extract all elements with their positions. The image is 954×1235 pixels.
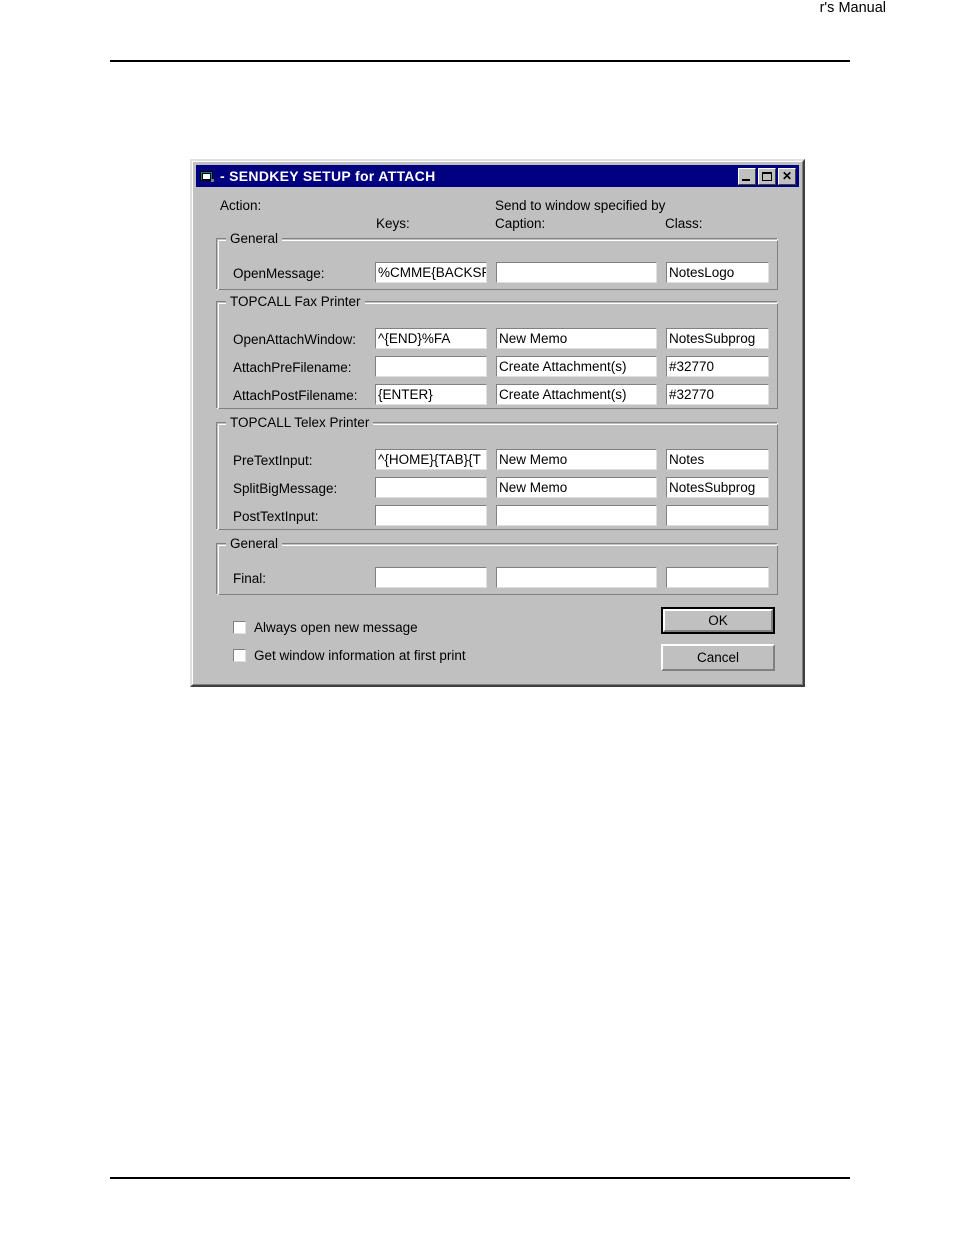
window-stack-icon [199, 169, 216, 184]
field-text: ^{HOME}{TAB}{T [378, 452, 481, 467]
checkbox-get-window-information[interactable]: Get window information at first print [233, 648, 466, 663]
group-title: TOPCALL Telex Printer [226, 415, 374, 430]
page-header [110, 36, 850, 62]
window-controls: ✕ [738, 167, 796, 185]
label-openattachwindow: OpenAttachWindow: [233, 332, 357, 347]
field-text: Create Attachment(s) [499, 359, 627, 374]
field-openattachwindow-caption[interactable]: New Memo [496, 328, 657, 349]
header-class: Class: [665, 216, 703, 231]
field-attachprefilename-keys[interactable] [375, 356, 487, 377]
field-final-caption[interactable] [496, 567, 657, 588]
label-openmessage: OpenMessage: [233, 266, 325, 281]
field-text: {ENTER} [378, 387, 433, 402]
field-pretextinput-keys[interactable]: ^{HOME}{TAB}{T [375, 449, 487, 470]
checkbox-always-open-new-message[interactable]: Always open new message [233, 620, 418, 635]
label-splitbigmessage: SplitBigMessage: [233, 481, 338, 496]
field-openattachwindow-keys[interactable]: ^{END}%FA [375, 328, 487, 349]
field-openattachwindow-class[interactable]: NotesSubprog [666, 328, 769, 349]
close-button[interactable]: ✕ [778, 167, 796, 185]
field-splitbigmessage-class[interactable]: NotesSubprog [666, 477, 769, 498]
field-text: NotesSubprog [669, 480, 756, 495]
field-text: Create Attachment(s) [499, 387, 627, 402]
maximize-icon [762, 171, 772, 181]
checkbox-label: Get window information at first print [254, 648, 466, 663]
field-posttextinput-class[interactable] [666, 505, 769, 526]
field-posttextinput-caption[interactable] [496, 505, 657, 526]
field-text: %CMME{BACKSP [378, 265, 487, 280]
page-footer [110, 1177, 850, 1179]
close-icon: ✕ [781, 168, 793, 183]
maximize-button[interactable] [758, 167, 776, 185]
checkbox-box[interactable] [233, 649, 246, 662]
cancel-button[interactable]: Cancel [661, 644, 775, 671]
label-pretextinput: PreTextInput: [233, 453, 313, 468]
header-send-to: Send to window specified by [495, 198, 666, 213]
field-attachprefilename-class[interactable]: #32770 [666, 356, 769, 377]
field-text: New Memo [499, 331, 568, 346]
field-openmessage-caption[interactable] [496, 262, 657, 283]
checkbox-label: Always open new message [254, 620, 418, 635]
field-text: NotesSubprog [669, 331, 756, 346]
field-final-class[interactable] [666, 567, 769, 588]
field-attachpostfilename-keys[interactable]: {ENTER} [375, 384, 487, 405]
minimize-icon [742, 178, 750, 181]
field-attachprefilename-caption[interactable]: Create Attachment(s) [496, 356, 657, 377]
group-title: General [226, 536, 283, 551]
minimize-button[interactable] [738, 167, 756, 185]
field-text: Notes [669, 452, 705, 467]
field-text: #32770 [669, 387, 715, 402]
label-attachprefilename: AttachPreFilename: [233, 360, 352, 375]
header-action: Action: [220, 198, 262, 213]
checkbox-box[interactable] [233, 621, 246, 634]
field-openmessage-class[interactable]: NotesLogo [666, 262, 769, 283]
field-text: NotesLogo [669, 265, 735, 280]
header-caption: Caption: [495, 216, 546, 231]
field-attachpostfilename-class[interactable]: #32770 [666, 384, 769, 405]
field-posttextinput-keys[interactable] [375, 505, 487, 526]
field-text: #32770 [669, 359, 715, 374]
field-final-keys[interactable] [375, 567, 487, 588]
dialog-client-area: - SENDKEY SETUP for ATTACH ✕ Action: Sen… [192, 161, 803, 685]
field-text: New Memo [499, 452, 568, 467]
group-title: TOPCALL Fax Printer [226, 294, 365, 309]
page-header-text: r's Manual [819, 0, 886, 16]
label-final: Final: [233, 571, 267, 586]
field-openmessage-keys[interactable]: %CMME{BACKSP [375, 262, 487, 283]
header-keys: Keys: [376, 216, 410, 231]
dialog-titlebar[interactable]: - SENDKEY SETUP for ATTACH ✕ [196, 165, 799, 187]
label-posttextinput: PostTextInput: [233, 509, 319, 524]
sendkey-setup-dialog: - SENDKEY SETUP for ATTACH ✕ Action: Sen… [190, 159, 805, 687]
field-pretextinput-caption[interactable]: New Memo [496, 449, 657, 470]
label-attachpostfilename: AttachPostFilename: [233, 388, 358, 403]
field-splitbigmessage-caption[interactable]: New Memo [496, 477, 657, 498]
field-text: New Memo [499, 480, 568, 495]
ok-button-label: OK [663, 609, 773, 632]
field-pretextinput-class[interactable]: Notes [666, 449, 769, 470]
dialog-title: - SENDKEY SETUP for ATTACH [220, 168, 436, 184]
group-title: General [226, 231, 283, 246]
field-text: ^{END}%FA [378, 331, 451, 346]
field-attachpostfilename-caption[interactable]: Create Attachment(s) [496, 384, 657, 405]
field-splitbigmessage-keys[interactable] [375, 477, 487, 498]
ok-button[interactable]: OK [661, 607, 775, 634]
